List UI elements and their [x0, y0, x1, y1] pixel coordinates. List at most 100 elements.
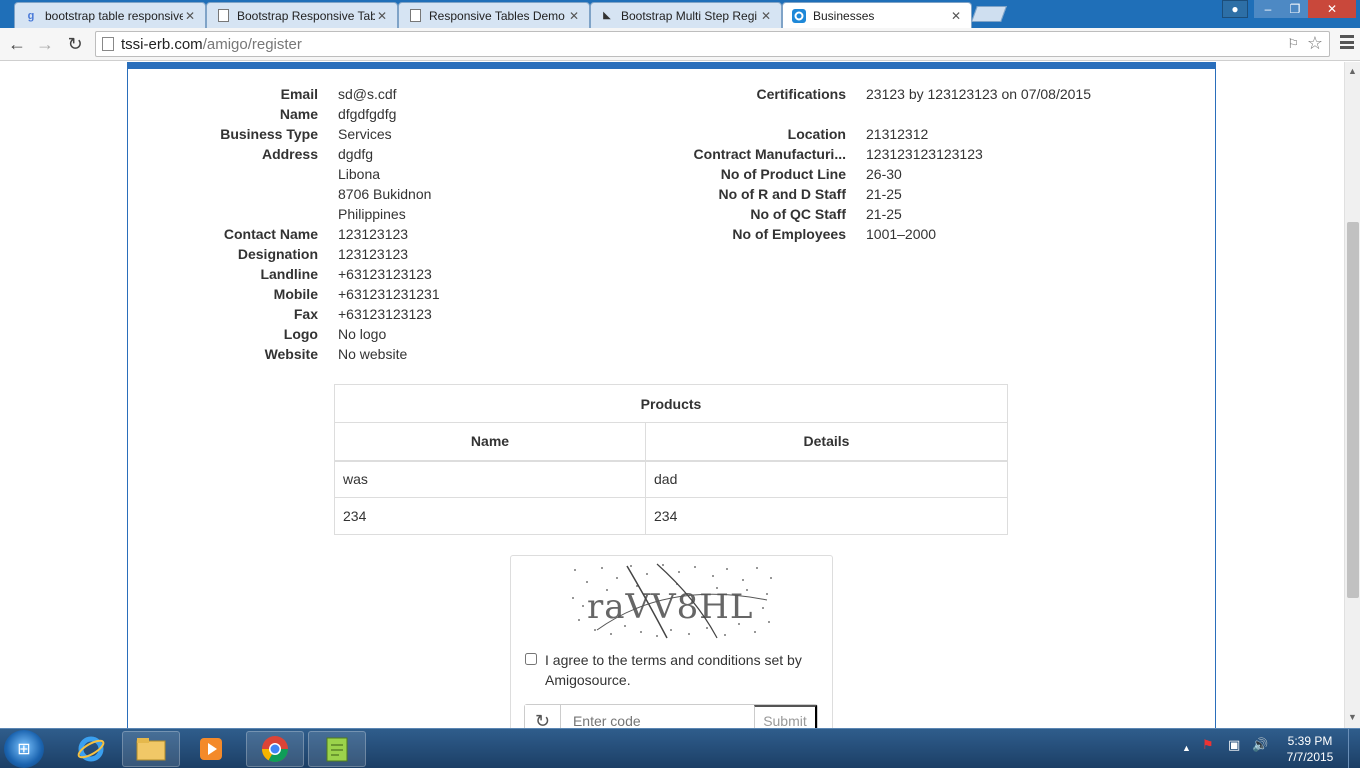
detail-row: No of Product Line 26-30 [680, 164, 1166, 184]
detail-label: Name [279, 106, 318, 122]
detail-row: Landline +63123123123 [200, 264, 598, 284]
close-icon[interactable]: ✕ [375, 9, 389, 23]
table-cell: 234 [645, 497, 1008, 535]
table-cell: dad [645, 460, 1008, 498]
terms-label: I agree to the terms and conditions set … [545, 652, 802, 688]
detail-row: Logo No logo [200, 324, 598, 344]
close-icon[interactable]: ✕ [183, 9, 197, 23]
detail-row: Name dfgdfgdfg [200, 104, 598, 124]
captcha-image: raVV8HL [567, 560, 779, 640]
table-row: was dad [334, 460, 1008, 498]
file-explorer-icon[interactable] [122, 731, 180, 767]
system-clock[interactable]: 5:39 PM 7/7/2015 [1280, 733, 1340, 765]
detail-label: Business Type [220, 126, 318, 142]
products-table: Products Name Details was dad 234 234 [334, 384, 1008, 535]
amigo-icon [791, 8, 807, 24]
detail-label: Contact Name [223, 226, 318, 242]
close-icon[interactable]: ✕ [759, 9, 773, 23]
detail-label: Website [264, 346, 318, 362]
table-row: 234 234 [334, 497, 1008, 535]
detail-label: No of R and D Staff [718, 186, 846, 202]
media-player-icon[interactable] [182, 731, 240, 767]
internet-explorer-icon[interactable] [62, 731, 120, 767]
detail-label [200, 164, 318, 184]
page-viewport: Email sd@s.cdf Name dfgdfgdfg Business Typ… [0, 62, 1344, 728]
tab-title: Businesses [813, 8, 875, 23]
action-center-flag-icon[interactable]: ⚑ [1202, 737, 1214, 753]
detail-row: No of R and D Staff 21-25 [680, 184, 1166, 204]
detail-row: Website No website [200, 344, 598, 364]
column-header-details: Details [645, 422, 1008, 462]
forward-arrow-icon[interactable]: → [32, 32, 58, 56]
back-arrow-icon[interactable]: ← [4, 32, 30, 56]
browser-tab[interactable]: Bootstrap Responsive Tab ✕ [206, 2, 398, 28]
page-icon [407, 8, 423, 24]
vertical-scrollbar[interactable]: ▲ ▼ [1344, 62, 1360, 728]
terms-agreement[interactable]: I agree to the terms and conditions set … [525, 650, 825, 690]
notepad-icon[interactable] [308, 731, 366, 767]
detail-label [200, 204, 318, 224]
volume-icon[interactable]: 🔊 [1252, 737, 1268, 753]
terms-checkbox[interactable] [525, 653, 537, 665]
tab-title: bootstrap table responsive [45, 8, 183, 23]
tray-overflow-icon[interactable]: ▲ [1182, 743, 1191, 753]
refresh-icon[interactable]: ↻ [525, 705, 561, 728]
windows-start-icon[interactable]: ⊞ [4, 730, 44, 768]
scroll-down-arrow-icon[interactable]: ▼ [1348, 712, 1357, 722]
show-desktop-button[interactable] [1348, 729, 1360, 768]
detail-value: +63123123123 [338, 266, 432, 282]
detail-row: No of Employees 1001–2000 [680, 224, 1166, 244]
detail-row: Email sd@s.cdf [200, 84, 598, 104]
bookmark-star-icon[interactable]: ☆ [1307, 33, 1323, 54]
chrome-icon[interactable] [246, 731, 304, 767]
detail-value: Services [338, 126, 392, 142]
business-details-right: Certifications 23123 by 123123123 on 07/0… [680, 84, 1166, 244]
detail-label: Certifications [756, 86, 846, 102]
detail-value: Libona [338, 166, 381, 182]
translate-icon[interactable]: ⚐ [1287, 36, 1299, 52]
detail-row: Fax +63123123123 [200, 304, 598, 324]
browser-tabstrip: g bootstrap table responsive ✕ Bootstrap… [0, 0, 1360, 28]
detail-label: Email [280, 86, 318, 102]
detail-label: Landline [260, 266, 318, 282]
detail-row: Designation 123123123 [200, 244, 598, 264]
table-title: Products [334, 384, 1008, 423]
detail-row: Libona [200, 164, 598, 184]
browser-tab[interactable]: ◣ Bootstrap Multi Step Regi ✕ [590, 2, 782, 28]
submit-button[interactable]: Submit [753, 705, 817, 728]
page-icon: ◣ [603, 10, 611, 21]
chrome-menu-icon[interactable] [1340, 35, 1354, 49]
tab-title: Bootstrap Multi Step Regi [621, 8, 758, 23]
detail-label: No of Employees [732, 226, 846, 242]
table-cell: was [334, 460, 646, 498]
detail-value: 1001–2000 [866, 226, 937, 242]
new-tab-button[interactable] [971, 6, 1007, 22]
user-icon[interactable]: ● [1222, 0, 1248, 18]
table-cell: 234 [334, 497, 646, 535]
browser-tab[interactable]: Responsive Tables Demo ✕ [398, 2, 590, 28]
address-bar[interactable]: tssi-erb.com/amigo/register ⚐ ☆ [95, 31, 1330, 57]
detail-label [200, 184, 318, 204]
close-icon[interactable]: ✕ [567, 9, 581, 23]
captcha-input-group: ↻ Submit [524, 704, 818, 728]
maximize-button[interactable]: ❐ [1282, 0, 1308, 18]
captcha-code-input[interactable] [560, 705, 754, 728]
browser-tab[interactable]: g bootstrap table responsive ✕ [14, 2, 206, 28]
close-window-button[interactable]: ✕ [1308, 0, 1356, 18]
minimize-button[interactable]: – [1254, 0, 1282, 18]
browser-toolbar: ← → ↻ tssi-erb.com/amigo/register ⚐ ☆ [0, 28, 1360, 61]
detail-row: Business Type Services [200, 124, 598, 144]
captcha-box: raVV8HL I agree to the terms and conditi… [510, 555, 833, 728]
reload-icon[interactable]: ↻ [62, 32, 88, 56]
clock-time: 5:39 PM [1287, 734, 1333, 748]
scrollbar-thumb[interactable] [1347, 222, 1359, 598]
detail-row: Philippines [200, 204, 598, 224]
scroll-up-arrow-icon[interactable]: ▲ [1348, 66, 1357, 76]
detail-value: dfgdfgdfg [338, 106, 397, 122]
close-icon[interactable]: ✕ [949, 9, 963, 23]
url-text: tssi-erb.com/amigo/register [121, 36, 302, 53]
browser-tab-active[interactable]: Businesses ✕ [782, 2, 972, 28]
network-icon[interactable]: ▣ [1228, 737, 1240, 753]
detail-value: dgdfg [338, 146, 374, 162]
